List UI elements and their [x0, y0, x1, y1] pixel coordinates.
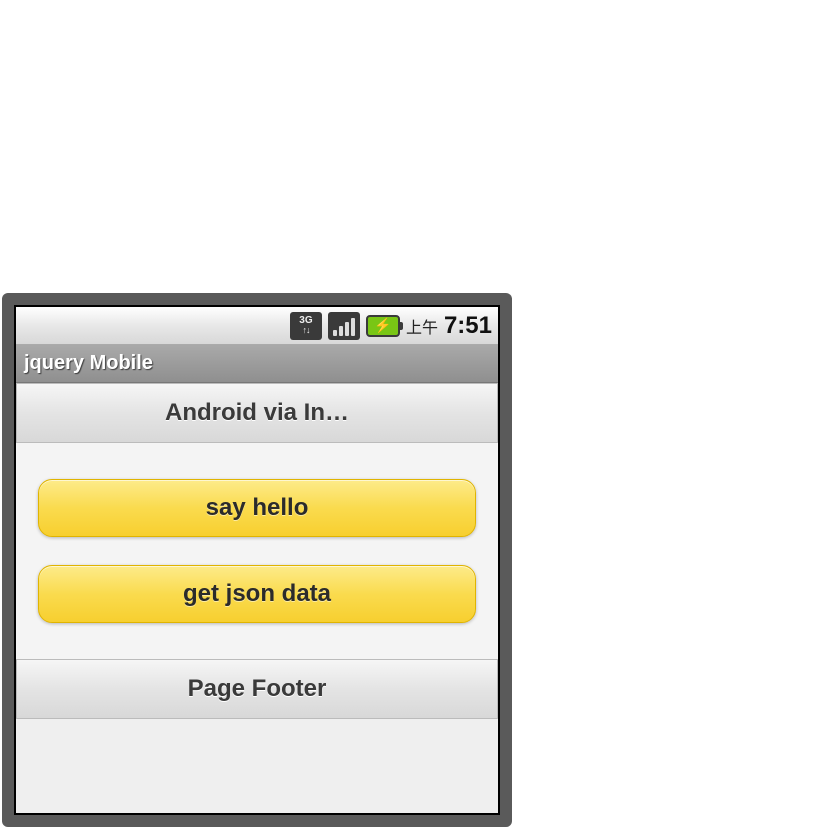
device-frame: 3G ↑↓ ⚡ 上午 7:51 jquery Mobile Android vi…: [2, 293, 512, 827]
battery-charging-icon: ⚡: [366, 315, 400, 337]
status-time: 7:51: [444, 312, 492, 340]
say-hello-label: say hello: [206, 494, 309, 522]
app-title-bar: jquery Mobile: [16, 345, 498, 383]
network-3g-icon: 3G ↑↓: [290, 312, 322, 340]
get-json-button[interactable]: get json data: [38, 565, 476, 623]
empty-area: [16, 719, 498, 813]
page-content: say hello get json data: [16, 443, 498, 659]
app-title: jquery Mobile: [24, 352, 153, 375]
page-footer-title: Page Footer: [188, 675, 327, 703]
signal-strength-icon: [328, 312, 360, 340]
status-ampm: 上午: [406, 314, 438, 338]
status-bar: 3G ↑↓ ⚡ 上午 7:51: [16, 307, 498, 345]
get-json-label: get json data: [183, 580, 331, 608]
data-arrows-icon: ↑↓: [302, 326, 309, 335]
page-footer: Page Footer: [16, 659, 498, 719]
lightning-bolt-icon: ⚡: [374, 317, 391, 334]
screen: 3G ↑↓ ⚡ 上午 7:51 jquery Mobile Android vi…: [14, 305, 500, 815]
say-hello-button[interactable]: say hello: [38, 479, 476, 537]
page-header-title: Android via In…: [165, 399, 349, 427]
page-header: Android via In…: [16, 383, 498, 443]
